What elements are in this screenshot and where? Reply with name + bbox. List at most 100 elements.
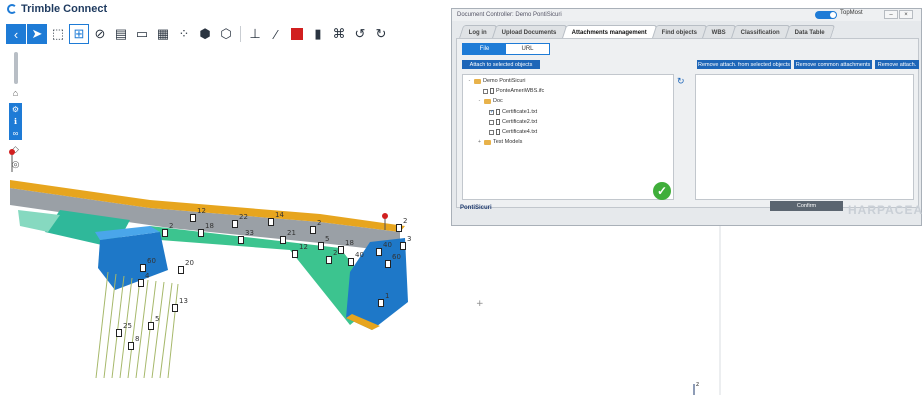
remove-from-selected-button[interactable]: Remove attach. from selected objects bbox=[697, 60, 791, 69]
axis-label: z bbox=[696, 381, 699, 388]
minimize-icon[interactable]: – bbox=[884, 10, 898, 19]
markup-pin[interactable] bbox=[9, 149, 15, 155]
document-icon bbox=[162, 229, 168, 237]
attachment-count: 33 bbox=[245, 229, 254, 237]
remove-common-button[interactable]: Remove common attachments bbox=[794, 60, 872, 69]
brand-left-text: PontiSicuri bbox=[460, 205, 492, 211]
attachment-count: 20 bbox=[185, 259, 194, 267]
expand-icon[interactable]: + bbox=[477, 139, 482, 145]
collapse-icon[interactable]: - bbox=[477, 98, 482, 104]
tree-checkbox[interactable]: ✓ bbox=[489, 109, 494, 115]
tree-node-label: Certificate1.txt bbox=[502, 109, 538, 115]
tree-checkbox[interactable] bbox=[489, 119, 494, 125]
file-toggle[interactable]: File bbox=[463, 44, 506, 54]
document-icon bbox=[376, 248, 382, 256]
tab-label: Data Table bbox=[794, 29, 825, 36]
tab-label: Find objects bbox=[661, 29, 697, 36]
file-icon bbox=[496, 109, 500, 115]
attachment-count: 40 bbox=[383, 241, 392, 249]
tree-node[interactable]: + Test Models bbox=[477, 139, 522, 145]
tab-data-table[interactable]: Data Table bbox=[784, 25, 836, 39]
tree-node-label: Demo PontiSicuri bbox=[483, 78, 526, 84]
attachment-count: 5 bbox=[155, 315, 160, 323]
tree-node[interactable]: - Doc bbox=[477, 98, 503, 104]
attachment-count: 3 bbox=[407, 235, 412, 243]
document-icon bbox=[198, 229, 204, 237]
document-icon bbox=[238, 236, 244, 244]
file-icon bbox=[496, 129, 500, 135]
tab-upload-documents[interactable]: Upload Documents bbox=[491, 25, 567, 39]
document-icon bbox=[232, 220, 238, 228]
refresh-icon[interactable]: ↻ bbox=[677, 76, 685, 87]
attachments-list bbox=[695, 74, 914, 200]
document-icon bbox=[396, 224, 402, 232]
pontisicuri-logo: PontiSicuri bbox=[460, 205, 492, 211]
markup-pin[interactable] bbox=[382, 213, 388, 219]
document-icon bbox=[385, 260, 391, 268]
harpaceas-logo: HARPACEAS bbox=[848, 203, 922, 217]
tree-checkbox[interactable] bbox=[489, 129, 494, 135]
document-icon bbox=[310, 226, 316, 234]
crosshair-icon: + bbox=[476, 299, 484, 309]
tree-node[interactable]: Certificate4.txt bbox=[489, 129, 537, 135]
attachment-count: 12 bbox=[197, 207, 206, 215]
tree-node[interactable]: Certificate2.txt bbox=[489, 119, 537, 125]
tree-checkbox[interactable] bbox=[483, 88, 488, 94]
tab-label: Upload Documents bbox=[501, 29, 557, 36]
document-icon bbox=[268, 218, 274, 226]
document-controller-dialog: Document Controller: Demo PontiSicuri To… bbox=[451, 8, 922, 226]
source-toggle: File URL bbox=[462, 43, 550, 55]
file-icon bbox=[496, 119, 500, 125]
confirm-button[interactable]: Confirm bbox=[770, 201, 843, 211]
tree-node-label: Test Models bbox=[493, 139, 523, 145]
attachment-count: 12 bbox=[299, 243, 308, 251]
folder-icon bbox=[474, 78, 481, 84]
brand-right-text: HARPACEAS bbox=[848, 203, 922, 217]
abutment-left bbox=[98, 232, 168, 290]
piles bbox=[95, 271, 179, 379]
tree-node-label: Doc bbox=[493, 98, 503, 104]
document-icon bbox=[190, 214, 196, 222]
attachment-count: 21 bbox=[287, 229, 296, 237]
close-icon[interactable]: × bbox=[899, 10, 913, 19]
topmost-toggle[interactable] bbox=[815, 11, 837, 19]
tab-label: Attachments management bbox=[571, 29, 647, 36]
tree-node[interactable]: PonteAmeriWBS.ifc bbox=[483, 88, 544, 94]
tab-attachments-management[interactable]: Attachments management bbox=[561, 25, 657, 39]
tree-node[interactable]: - Demo PontiSicuri bbox=[467, 78, 526, 84]
attachment-count: 4 bbox=[145, 272, 150, 280]
attachment-count: 2 bbox=[403, 217, 408, 225]
attachment-count: 40 bbox=[355, 251, 364, 259]
tree-node-label: Certificate4.txt bbox=[502, 129, 538, 135]
tab-find-objects[interactable]: Find objects bbox=[651, 25, 708, 39]
document-icon bbox=[138, 279, 144, 287]
remove-attachment-button[interactable]: Remove attach. bbox=[875, 60, 919, 69]
dialog-tabs: Log in Upload Documents Attachments manage… bbox=[458, 25, 836, 39]
success-check-icon: ✓ bbox=[653, 182, 671, 200]
collapse-icon[interactable]: - bbox=[467, 78, 472, 84]
attachment-count: 13 bbox=[179, 297, 188, 305]
attachment-count: 1 bbox=[385, 292, 390, 300]
document-icon bbox=[348, 258, 354, 266]
document-icon bbox=[178, 266, 184, 274]
attachment-count: 2 bbox=[169, 222, 174, 230]
tree-node[interactable]: ✓ Certificate1.txt bbox=[489, 109, 537, 115]
attach-selected-button[interactable]: Attach to selected objects bbox=[462, 60, 540, 69]
document-icon bbox=[116, 329, 122, 337]
attachment-count: 14 bbox=[275, 211, 284, 219]
url-toggle[interactable]: URL bbox=[506, 44, 549, 54]
folder-icon bbox=[484, 98, 491, 104]
attachment-count: 60 bbox=[147, 257, 156, 265]
document-icon bbox=[338, 246, 344, 254]
tab-classification[interactable]: Classification bbox=[730, 25, 791, 39]
tree-node-label: Certificate2.txt bbox=[502, 119, 538, 125]
attachments-panel: File URL Attach to selected objects Remo… bbox=[456, 38, 919, 208]
attachment-count: 2 bbox=[333, 249, 338, 257]
folder-icon bbox=[484, 139, 491, 145]
attachment-count: 25 bbox=[123, 322, 132, 330]
dialog-titlebar: Document Controller: Demo PontiSicuri To… bbox=[452, 9, 921, 21]
document-icon bbox=[326, 256, 332, 264]
tab-label: WBS bbox=[711, 29, 726, 36]
attachment-count: 18 bbox=[205, 222, 214, 230]
document-icon bbox=[400, 242, 406, 250]
